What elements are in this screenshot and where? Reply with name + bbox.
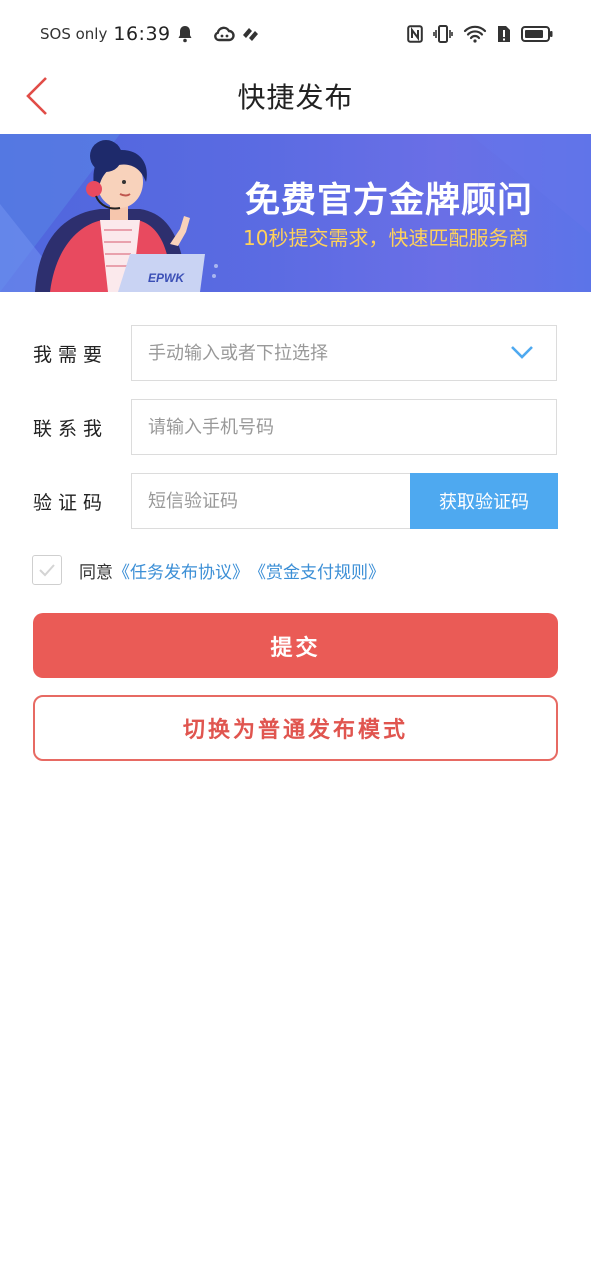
code-label: 验证码: [33, 492, 109, 514]
need-select[interactable]: [131, 325, 557, 381]
agreement-prefix: 同意: [79, 562, 113, 583]
task-agreement-link[interactable]: 《任务发布协议》: [113, 558, 249, 583]
support-agent-illustration: EPWK: [35, 140, 218, 292]
phone-input[interactable]: [132, 400, 556, 454]
app-notification-icon: [241, 26, 259, 42]
nfc-icon: [407, 25, 423, 43]
status-right: [407, 22, 553, 46]
chevron-down-icon[interactable]: [510, 344, 534, 362]
get-code-button[interactable]: 获取验证码: [410, 473, 558, 529]
carrier-text: SOS only: [40, 25, 108, 43]
wifi-icon: [463, 25, 487, 43]
bell-icon: [177, 25, 193, 43]
need-row: 我需要: [0, 325, 591, 383]
promo-banner: EPWK 免费官方金牌顾问 10秒提交需求，快速匹配服务商: [0, 134, 591, 292]
contact-label: 联系我: [33, 418, 109, 440]
vibrate-icon: [433, 25, 453, 43]
battery-icon: [521, 25, 553, 43]
cloud-icon: [213, 26, 235, 42]
top-nav-bar: 快捷发布: [0, 66, 591, 132]
sms-code-input[interactable]: [132, 474, 410, 528]
sms-code-field[interactable]: [131, 473, 411, 529]
status-bar: SOS only 16:39: [0, 0, 591, 66]
clock: 16:39: [113, 23, 171, 45]
payment-rules-link[interactable]: 《赏金支付规则》: [249, 558, 385, 583]
banner-subtitle: 10秒提交需求，快速匹配服务商: [243, 226, 529, 250]
banner-title: 免费官方金牌顾问: [245, 181, 534, 221]
submit-button[interactable]: 提交: [33, 613, 558, 678]
sim-alert-icon: [497, 25, 511, 43]
phone-field[interactable]: [131, 399, 557, 455]
status-left: SOS only 16:39: [40, 22, 259, 46]
code-row: 验证码 获取验证码: [0, 473, 591, 531]
agreement-checkbox[interactable]: [32, 555, 62, 585]
page-title: 快捷发布: [237, 81, 354, 114]
switch-mode-button[interactable]: 切换为普通发布模式: [33, 695, 558, 761]
need-input[interactable]: [132, 326, 556, 380]
check-icon: [39, 564, 55, 577]
need-label: 我需要: [33, 344, 109, 366]
laptop-logo-text: EPWK: [148, 271, 185, 285]
contact-row: 联系我: [0, 399, 591, 457]
agreement-row: 同意 《任务发布协议》 《赏金支付规则》: [32, 554, 385, 586]
